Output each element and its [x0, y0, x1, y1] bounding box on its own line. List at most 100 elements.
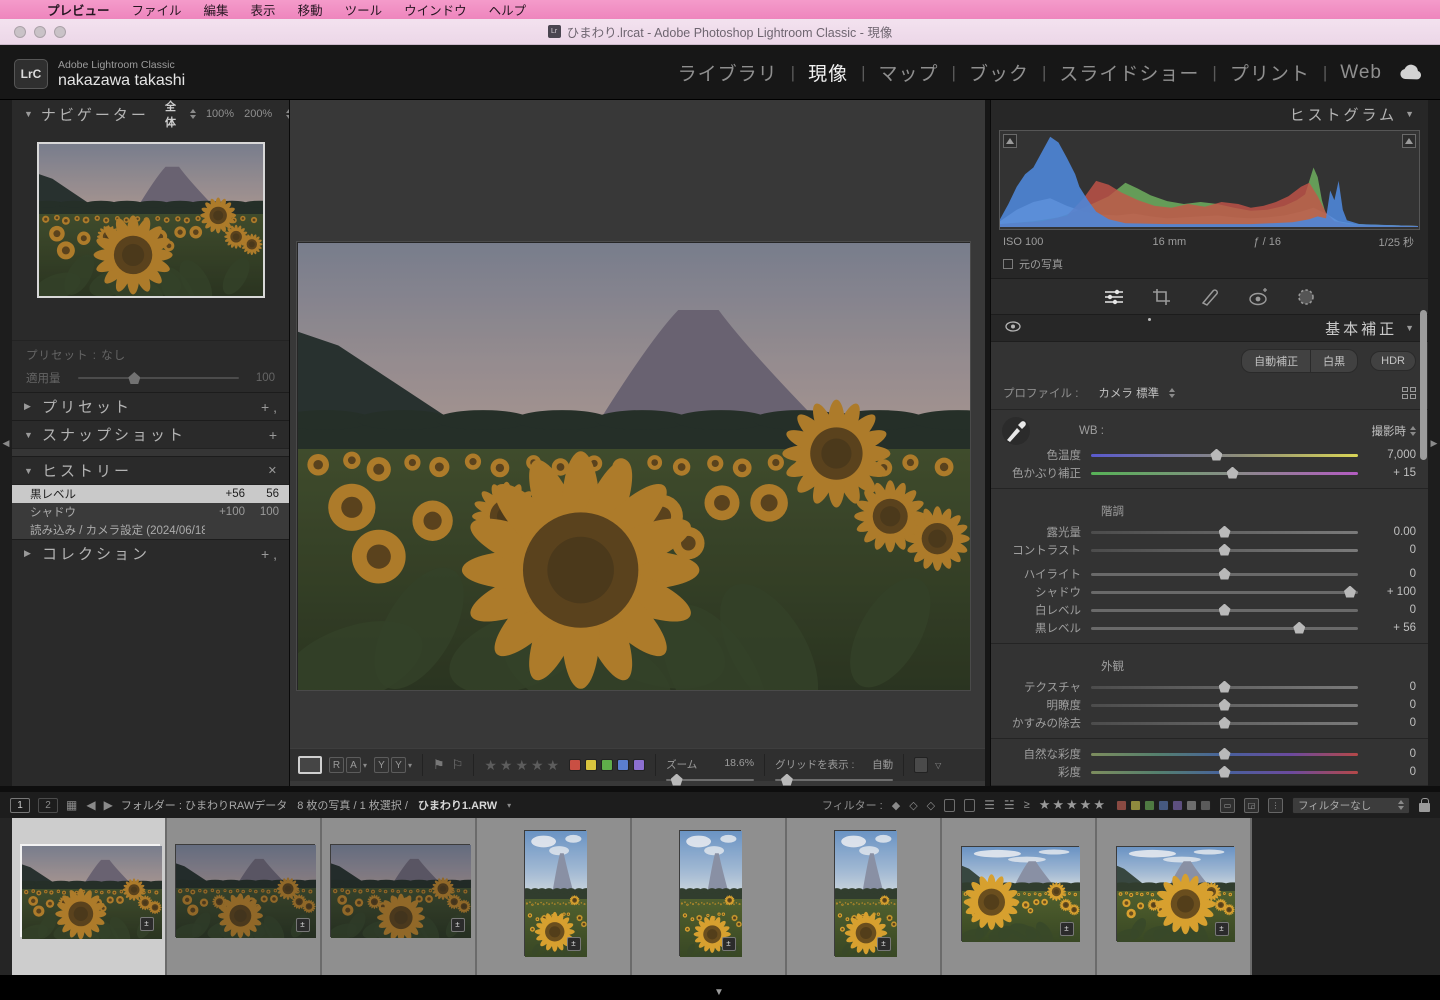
color-filter-4[interactable] [1172, 800, 1183, 811]
filmstrip-thumb-5[interactable]: ± [632, 818, 787, 975]
red-eye-tool-icon[interactable] [1247, 287, 1269, 307]
disclosure-triangle-icon[interactable]: ▼ [1405, 323, 1414, 333]
show-panel-chevron-icon[interactable]: ▼ [714, 987, 724, 998]
copy-filter-icon[interactable] [964, 799, 975, 812]
thumb-image[interactable]: ± [20, 844, 160, 937]
zoom-window-button[interactable] [54, 26, 66, 38]
filmstrip-thumb-4[interactable]: ± [477, 818, 632, 975]
slider-track-自然な彩度[interactable] [1091, 748, 1358, 761]
no-adjustment-filter-icon[interactable]: ☱ [1004, 798, 1015, 812]
highlight-clipping-button[interactable] [1402, 134, 1416, 148]
filmstrip-thumb-8[interactable]: ± [1097, 818, 1252, 975]
profile-value[interactable]: カメラ 標準 [1098, 385, 1159, 401]
adjustment-badge-icon[interactable]: ± [296, 918, 310, 932]
cloud-sync-icon[interactable] [1398, 63, 1424, 81]
section-action-icon[interactable]: + , [261, 399, 277, 415]
filmstrip-thumb-1[interactable]: ± [12, 818, 167, 975]
profile-browser-icon[interactable] [1402, 387, 1416, 399]
section-header-collections[interactable]: ▶コレクション+ , [12, 539, 289, 567]
menu-item-1[interactable]: ファイル [121, 0, 193, 19]
thumb-image[interactable]: ± [524, 830, 586, 956]
hdr-button[interactable]: HDR [1370, 351, 1416, 371]
filter-preset-dropdown[interactable]: フィルターなし [1292, 797, 1410, 814]
minimize-window-button[interactable] [34, 26, 46, 38]
color-filter-5[interactable] [1186, 800, 1197, 811]
color-label-3[interactable] [617, 759, 629, 771]
slider-thumb[interactable] [1219, 568, 1231, 580]
shadow-clipping-button[interactable] [1003, 134, 1017, 148]
rating-filter-stars[interactable]: ★★★★★ [1039, 797, 1107, 813]
menu-item-5[interactable]: ツール [334, 0, 394, 19]
panel-switch-eye-icon[interactable] [1005, 319, 1021, 337]
color-label-4[interactable] [633, 759, 645, 771]
edit-filter-icon[interactable] [944, 799, 955, 812]
menu-item-6[interactable]: ウインドウ [393, 0, 478, 19]
navigator-zoom-200%[interactable]: 200% [244, 108, 272, 120]
filmstrip-thumb-2[interactable]: ± [167, 818, 322, 975]
thumb-image[interactable]: ± [961, 846, 1079, 941]
toolbar-content-toggle[interactable] [914, 757, 928, 773]
module-tab-スライドショー[interactable]: スライドショー [1059, 59, 1199, 86]
slider-thumb[interactable] [1219, 604, 1231, 616]
section-action-icon[interactable]: ✕ [268, 464, 277, 477]
menu-item-2[interactable]: 編集 [193, 0, 240, 19]
slider-thumb[interactable] [1293, 622, 1305, 634]
histogram[interactable] [999, 130, 1420, 230]
slider-thumb[interactable] [1227, 467, 1239, 479]
traffic-lights[interactable] [14, 26, 66, 38]
flag-filter-reject-icon[interactable]: ◇ [927, 799, 935, 812]
adjustment-badge-icon[interactable]: ± [1215, 922, 1229, 936]
adjustment-badge-icon[interactable]: ± [451, 918, 465, 932]
slider-track-かすみの除去[interactable] [1091, 717, 1358, 730]
disclosure-triangle-icon[interactable]: ▼ [24, 430, 34, 440]
section-header-presets[interactable]: ▶プリセット+ , [12, 392, 289, 420]
thumb-image[interactable]: ± [1116, 846, 1234, 941]
zoom-slider-thumb[interactable] [671, 774, 683, 786]
slider-thumb[interactable] [1219, 526, 1231, 538]
module-tab-マップ[interactable]: マップ [879, 59, 939, 86]
adjustment-badge-icon[interactable]: ± [140, 917, 154, 931]
slider-thumb[interactable] [1219, 544, 1231, 556]
color-label-2[interactable] [601, 759, 613, 771]
left-panel-collapse-rail[interactable]: ◀ [0, 100, 12, 786]
wb-eyedropper-icon[interactable] [1001, 416, 1031, 446]
module-tab-ブック[interactable]: ブック [969, 59, 1029, 86]
section-header-snapshots[interactable]: ▼スナップショット+ [12, 420, 289, 448]
menu-item-7[interactable]: ヘルプ [478, 0, 538, 19]
grid-slider-thumb[interactable] [781, 774, 793, 786]
slider-thumb[interactable] [1219, 681, 1231, 693]
slider-track-ハイライト[interactable] [1091, 568, 1358, 581]
right-panel-collapse-rail[interactable]: ▶ [1428, 100, 1440, 786]
slider-track-露光量[interactable] [1091, 526, 1358, 539]
grid-view-icon[interactable]: ▦ [66, 798, 78, 812]
wb-value[interactable]: 撮影時 [1372, 423, 1407, 439]
star-rating[interactable]: ★★★★★ [484, 757, 562, 774]
module-tab-現像[interactable]: 現像 [808, 59, 848, 86]
color-label-1[interactable] [585, 759, 597, 771]
filmstrip-thumb-6[interactable]: ± [787, 818, 942, 975]
history-item-2[interactable]: 読み込み / カメラ設定 (2024/06/18 12:51:36) [12, 521, 289, 539]
auto-tone-button[interactable]: 自動補正 [1241, 349, 1311, 373]
color-filter-0[interactable] [1116, 800, 1127, 811]
slider-track-白レベル[interactable] [1091, 604, 1358, 617]
filmstrip-thumb-3[interactable]: ± [322, 818, 477, 975]
color-label-0[interactable] [569, 759, 581, 771]
wb-stepper-icon[interactable] [1410, 426, 1416, 436]
next-photo-icon[interactable]: ▶ [104, 798, 113, 812]
disclosure-triangle-icon[interactable]: ▼ [1405, 109, 1414, 119]
soft-proof-toggle[interactable]: YY▾ [374, 757, 412, 773]
menu-item-3[interactable]: 表示 [240, 0, 287, 19]
source-caret-icon[interactable]: ▾ [507, 801, 511, 810]
color-filter-3[interactable] [1158, 800, 1169, 811]
color-filter-2[interactable] [1144, 800, 1155, 811]
filter-toggle-2[interactable]: ◲ [1244, 798, 1259, 813]
flag-reject-icon[interactable]: ⚐ [452, 757, 464, 773]
slider-track-コントラスト[interactable] [1091, 544, 1358, 557]
previous-photo-icon[interactable]: ◀ [86, 798, 95, 812]
close-window-button[interactable] [14, 26, 26, 38]
toolbar-options-caret[interactable]: ▽ [935, 761, 941, 770]
crop-tool-icon[interactable] [1151, 287, 1173, 307]
slider-track-シャドウ[interactable] [1091, 586, 1358, 599]
slider-track-テクスチャ[interactable] [1091, 681, 1358, 694]
secondary-monitor-button[interactable]: 2 [38, 798, 58, 813]
